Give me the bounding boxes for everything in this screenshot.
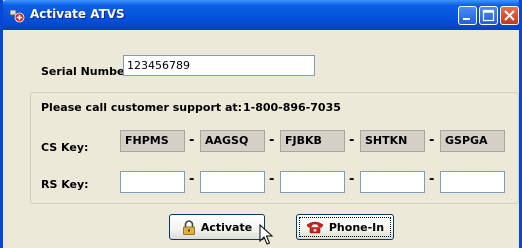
rs-key-input-3[interactable] [280, 171, 345, 193]
rs-key-input-4[interactable] [360, 171, 425, 193]
minimize-button[interactable] [458, 6, 477, 25]
lock-icon [182, 219, 195, 235]
cs-key-label: CS Key: [41, 141, 89, 154]
cs-key-separator: - [349, 133, 355, 148]
rs-key-label: RS Key: [41, 178, 89, 191]
rs-key-separator: - [269, 172, 275, 187]
support-phone-number: 1-800-896-7035 [243, 101, 341, 114]
title-bar[interactable]: Activate ATVS [3, 0, 519, 30]
support-message: Please call customer support at: [41, 101, 243, 114]
activate-button-label: Activate [200, 220, 253, 234]
cs-key-part-4: SHTKN [360, 130, 425, 152]
maximize-icon [482, 9, 495, 22]
rs-key-input-5[interactable] [440, 171, 505, 193]
cs-key-part-5: GSPGA [440, 130, 505, 152]
rs-key-input-2[interactable] [200, 171, 265, 193]
window-title: Activate ATVS [30, 7, 125, 21]
telephone-icon [306, 221, 324, 234]
minimize-icon [463, 18, 470, 20]
rs-key-separator: - [189, 172, 195, 187]
app-icon [9, 9, 25, 23]
cs-key-part-1: FHPMS [120, 130, 185, 152]
serial-number-label: Serial Number: [41, 65, 135, 78]
cs-key-part-2: AAGSQ [200, 130, 265, 152]
activate-button[interactable]: Activate [169, 214, 265, 240]
mouse-cursor-icon [259, 224, 274, 245]
rs-key-input-1[interactable] [120, 171, 185, 193]
close-icon [504, 10, 515, 21]
cs-key-separator: - [429, 133, 435, 148]
cs-key-separator: - [269, 133, 275, 148]
phone-in-button[interactable]: Phone-In [296, 214, 394, 240]
cs-key-separator: - [189, 133, 195, 148]
activate-dialog: Activate ATVS Serial Number: Please call… [0, 0, 522, 248]
serial-number-input[interactable] [123, 55, 315, 76]
maximize-button[interactable] [479, 6, 498, 25]
rs-key-separator: - [349, 172, 355, 187]
close-button[interactable] [500, 6, 519, 25]
rs-key-separator: - [429, 172, 435, 187]
phone-in-button-label: Phone-In [328, 220, 385, 234]
cs-key-part-3: FJBKB [280, 130, 345, 152]
